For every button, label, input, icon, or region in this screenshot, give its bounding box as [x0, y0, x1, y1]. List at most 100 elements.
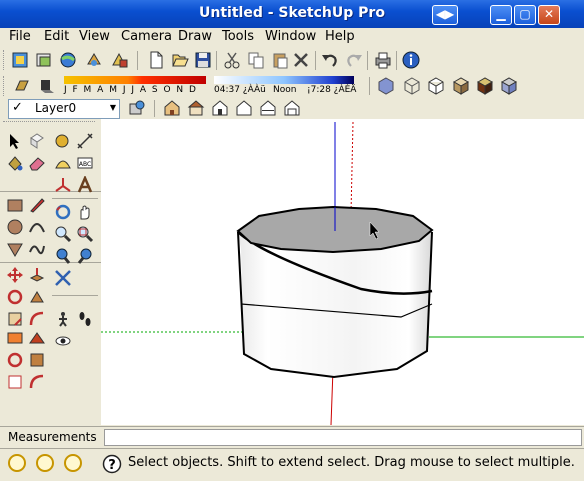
menu-help[interactable]: Help — [325, 29, 355, 44]
look-around-icon[interactable] — [54, 332, 72, 350]
new-file-icon[interactable] — [146, 50, 166, 70]
orbit-icon[interactable] — [54, 203, 72, 221]
paste-icon[interactable] — [270, 50, 290, 70]
month-labels: J F M A M J J A S O N D — [64, 85, 198, 95]
freehand-icon[interactable] — [28, 240, 46, 258]
geolocation-icon[interactable] — [8, 454, 26, 472]
layer-dropdown[interactable]: ✓ Layer0 ▼ — [8, 99, 120, 119]
drape-icon[interactable] — [6, 373, 24, 391]
select-arrow-icon[interactable] — [6, 132, 24, 150]
dimension-icon[interactable] — [76, 132, 94, 150]
section-plane-icon[interactable] — [6, 329, 24, 347]
copy-icon[interactable] — [246, 50, 266, 70]
next-view-icon[interactable] — [76, 247, 94, 265]
menu-tools[interactable]: Tools — [222, 29, 254, 44]
maximize-icon[interactable]: ▢ — [514, 5, 536, 25]
undo-icon[interactable] — [320, 50, 340, 70]
model-info-icon[interactable] — [401, 50, 421, 70]
smoove-icon[interactable] — [28, 373, 46, 391]
footprints-icon[interactable] — [76, 310, 94, 328]
axes-icon[interactable] — [54, 176, 72, 194]
credits-icon[interactable] — [36, 454, 54, 472]
print-icon[interactable] — [373, 50, 393, 70]
pan-icon[interactable] — [76, 203, 94, 221]
hidden-line-style-icon[interactable] — [426, 76, 446, 96]
shaded-style-icon[interactable] — [451, 76, 471, 96]
measurements-input[interactable] — [104, 429, 582, 446]
left-view-icon[interactable] — [282, 98, 302, 118]
top-view-icon[interactable] — [186, 98, 206, 118]
erase-icon[interactable] — [291, 50, 311, 70]
arrows-icon[interactable]: ◀▶ — [432, 5, 458, 25]
polygon-icon[interactable] — [6, 240, 24, 258]
paint-bucket-icon[interactable] — [6, 154, 24, 172]
open-file-icon[interactable] — [170, 50, 190, 70]
make-component-icon[interactable] — [28, 132, 46, 150]
components-icon[interactable] — [84, 50, 104, 70]
circle-icon[interactable] — [6, 218, 24, 236]
menu-file[interactable]: File — [9, 29, 31, 44]
getting-started-icon[interactable] — [10, 50, 30, 70]
svg-text:ABC: ABC — [79, 161, 91, 168]
monochrome-style-icon[interactable] — [499, 76, 519, 96]
follow-me-icon[interactable] — [28, 288, 46, 306]
status-bar: ? Select objects. Shift to extend select… — [0, 448, 584, 481]
textured-style-icon[interactable] — [475, 76, 495, 96]
toolbar-grip[interactable] — [3, 50, 7, 70]
text-icon[interactable]: ABC — [76, 154, 94, 172]
rectangle-icon[interactable] — [6, 196, 24, 214]
eraser-icon[interactable] — [28, 154, 46, 172]
iso-view-icon[interactable] — [162, 98, 182, 118]
zoom-extents-icon[interactable] — [54, 269, 72, 287]
previous-view-icon[interactable] — [54, 247, 72, 265]
model-drawing[interactable] — [101, 119, 584, 426]
google-icon[interactable] — [64, 454, 82, 472]
move-icon[interactable] — [6, 266, 24, 284]
chevron-down-icon[interactable]: ▼ — [110, 103, 116, 112]
protractor-icon[interactable] — [54, 154, 72, 172]
red-axis-dotted — [350, 121, 354, 215]
save-icon[interactable] — [193, 50, 213, 70]
svg-text:?: ? — [108, 458, 116, 473]
materials-icon[interactable] — [110, 50, 130, 70]
right-view-icon[interactable] — [234, 98, 254, 118]
model-viewport[interactable] — [101, 119, 584, 426]
offset-icon[interactable] — [28, 310, 46, 328]
toolbar-grip[interactable] — [3, 76, 7, 96]
menu-edit[interactable]: Edit — [44, 29, 69, 44]
minimize-icon[interactable]: ▁ — [490, 5, 512, 25]
cut-icon[interactable] — [222, 50, 242, 70]
scale-icon[interactable] — [6, 310, 24, 328]
pencil-line-icon[interactable] — [28, 196, 46, 214]
menu-draw[interactable]: Draw — [178, 29, 212, 44]
zoom-icon[interactable] — [54, 225, 72, 243]
rotate-icon[interactable] — [6, 288, 24, 306]
menu-camera[interactable]: Camera — [121, 29, 172, 44]
layer-name: Layer0 — [35, 101, 77, 115]
position-camera-icon[interactable] — [28, 329, 46, 347]
layers-icon[interactable] — [34, 50, 54, 70]
shadow-settings-icon[interactable] — [12, 76, 32, 96]
display-shadows-icon[interactable] — [36, 76, 56, 96]
menu-view[interactable]: View — [79, 29, 110, 44]
help-icon[interactable]: ? — [102, 454, 122, 474]
zoom-window-icon[interactable] — [76, 225, 94, 243]
xray-style-icon[interactable] — [376, 76, 396, 96]
walk-icon[interactable] — [54, 310, 72, 328]
globe-icon[interactable] — [58, 50, 78, 70]
back-view-icon[interactable] — [258, 98, 278, 118]
scale-tool-icon[interactable] — [28, 351, 46, 369]
time-end: ¡7:28 ¿ÀÈÄ — [307, 85, 357, 95]
wireframe-style-icon[interactable] — [402, 76, 422, 96]
sandbox-icon[interactable] — [6, 351, 24, 369]
close-icon[interactable]: ✕ — [538, 5, 560, 25]
cylinder-body[interactable] — [238, 232, 432, 377]
layer-manager-icon[interactable] — [127, 98, 147, 118]
front-view-icon[interactable] — [210, 98, 230, 118]
menu-window[interactable]: Window — [265, 29, 316, 44]
push-pull-icon[interactable] — [28, 266, 46, 284]
arc-icon[interactable] — [28, 218, 46, 236]
3d-text-icon[interactable] — [76, 176, 94, 194]
redo-icon[interactable] — [344, 50, 364, 70]
tape-measure-icon[interactable] — [54, 132, 72, 150]
